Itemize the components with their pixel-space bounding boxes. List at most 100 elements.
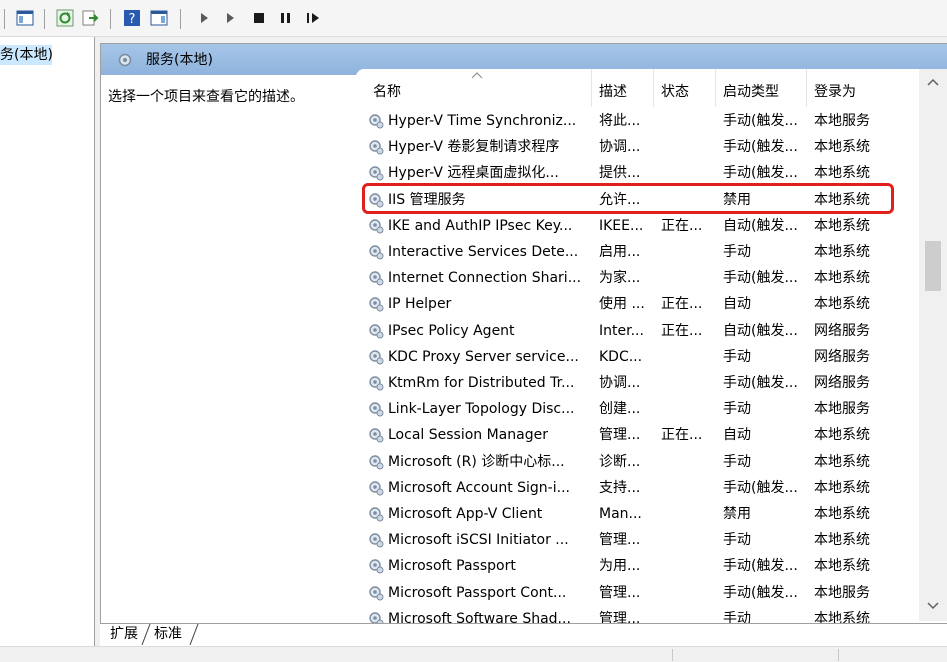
service-name: IKE and AuthIP IPsec Key... (388, 217, 573, 234)
pause-service-icon[interactable] (277, 9, 295, 27)
table-row[interactable]: Microsoft (R) 诊断中心标... 诊断... 手动 本地系统 (356, 449, 916, 475)
table-row[interactable]: Interactive Services Dete... 启用... 手动 本地系统 (356, 239, 916, 265)
sort-ascending-icon (471, 72, 483, 79)
start-service-alt-icon[interactable] (222, 9, 240, 27)
service-status: 正在... (661, 427, 703, 444)
table-row[interactable]: Microsoft Account Sign-i... 支持... 手动(触发...… (356, 475, 916, 501)
table-row[interactable]: Microsoft Software Shad... 管理... 手动 本地系统 (356, 606, 916, 624)
service-log-on-as: 本地系统 (814, 453, 870, 470)
view-tabs: 扩展 标准 (100, 623, 947, 646)
service-startup-type: 手动 (723, 401, 751, 418)
service-log-on-as: 本地系统 (814, 139, 870, 156)
tree-item-services-local[interactable]: 服务(本地) (0, 45, 52, 65)
status-divider (838, 649, 839, 661)
table-row[interactable]: Local Session Manager 管理... 正在... 自动 本地系统 (356, 422, 916, 448)
service-startup-type: 手动(触发... (723, 479, 798, 496)
show-action-pane-icon[interactable] (150, 9, 168, 27)
column-header-startup-type[interactable]: 启动类型 (716, 69, 807, 107)
service-description: 管理... (599, 532, 641, 549)
service-log-on-as: 本地系统 (814, 610, 870, 624)
table-row[interactable]: IKE and AuthIP IPsec Key... IKEE... 正在... 自… (356, 213, 916, 239)
status-divider (672, 649, 673, 661)
service-startup-type: 手动 (723, 453, 751, 470)
service-status (661, 108, 715, 134)
service-status (661, 580, 715, 606)
service-gear-icon (368, 532, 384, 548)
show-hide-console-tree-icon[interactable] (16, 9, 34, 27)
help-icon[interactable]: ? (123, 9, 141, 27)
scroll-down-arrow-icon[interactable] (927, 601, 939, 611)
table-row[interactable]: Microsoft Passport Cont... 管理... 手动(触发... 本… (356, 580, 916, 606)
service-status (661, 370, 715, 396)
tab-standard[interactable]: 标准 (150, 624, 186, 645)
table-row[interactable]: Microsoft Passport 为用... 手动(触发... 本地系统 (356, 553, 916, 579)
refresh-icon[interactable] (56, 9, 74, 27)
service-status (661, 344, 715, 370)
service-gear-icon (368, 375, 384, 391)
service-status (661, 475, 715, 501)
table-row[interactable]: Microsoft App-V Client Man... 禁用 本地系统 (356, 501, 916, 527)
table-row[interactable]: KtmRm for Distributed Tr... 协调... 手动(触发...… (356, 370, 916, 396)
toolbar-separator (180, 9, 181, 29)
service-status (661, 396, 715, 422)
stop-service-icon[interactable] (250, 9, 268, 27)
service-description: KDC... (599, 348, 643, 365)
service-startup-type: 自动(触发... (723, 322, 798, 339)
service-startup-type: 自动 (723, 296, 751, 313)
tab-extended[interactable]: 扩展 (106, 624, 142, 645)
service-description: 协调... (599, 375, 641, 391)
service-log-on-as: 本地服务 (814, 113, 870, 129)
scrollbar-thumb[interactable] (925, 241, 941, 291)
table-row[interactable]: IPsec Policy Agent Inter... 正在... 自动(触发... 网… (356, 318, 916, 344)
service-gear-icon (368, 113, 384, 129)
column-header-description[interactable]: 描述 (592, 69, 654, 107)
service-status: 正在... (661, 296, 703, 313)
service-log-on-as: 本地系统 (814, 217, 870, 234)
service-description: 启用... (599, 244, 641, 260)
service-gear-icon (368, 480, 384, 496)
service-description: 管理... (599, 610, 641, 624)
service-startup-type: 手动(触发... (723, 558, 798, 575)
service-startup-type: 手动(触发... (723, 113, 798, 129)
service-name: Microsoft Passport (388, 558, 516, 575)
table-row[interactable]: Microsoft iSCSI Initiator ... 管理... 手动 本地系统 (356, 527, 916, 553)
column-header-label: 描述 (599, 84, 627, 100)
service-startup-type: 手动(触发... (723, 139, 798, 156)
service-name: Microsoft Software Shad... (388, 610, 571, 624)
service-status (661, 527, 715, 553)
resume-service-icon[interactable] (304, 9, 322, 27)
service-log-on-as: 本地系统 (814, 532, 870, 549)
toolbar-separator (4, 9, 5, 29)
service-gear-icon (368, 165, 384, 181)
tree-item-label: 服务(本地) (0, 47, 52, 63)
table-row[interactable]: IP Helper 使用 ... 正在... 自动 本地系统 (356, 291, 916, 317)
services-gear-icon (117, 52, 133, 68)
column-header-name[interactable]: 名称 (356, 69, 592, 107)
status-bar (0, 646, 947, 662)
service-description: 将此... (599, 113, 641, 129)
service-name: Internet Connection Shari... (388, 270, 582, 287)
table-row[interactable]: Internet Connection Shari... 为家... 手动(触发..… (356, 265, 916, 291)
table-row[interactable]: Link-Layer Topology Disc... 创建... 手动 本地服务 (356, 396, 916, 422)
service-name: Microsoft Account Sign-i... (388, 479, 570, 496)
service-log-on-as: 本地系统 (814, 270, 870, 287)
table-row[interactable]: KDC Proxy Server service... KDC... 手动 网络服务 (356, 344, 916, 370)
tab-divider-icon (189, 624, 199, 645)
description-hint: 选择一个项目来查看它的描述。 (108, 89, 304, 105)
service-name: IPsec Policy Agent (388, 322, 515, 339)
service-status (661, 606, 715, 624)
service-gear-icon (368, 454, 384, 470)
service-status (661, 501, 715, 527)
scroll-up-arrow-icon[interactable] (927, 77, 939, 87)
service-status (661, 239, 715, 265)
export-list-icon[interactable] (81, 9, 99, 27)
vertical-scrollbar[interactable] (919, 69, 947, 621)
services-list: 名称 描述 状态 启动类型 登录为 Hyper-V Time Synchroni… (356, 69, 947, 624)
service-status (661, 134, 715, 160)
column-header-log-on-as[interactable]: 登录为 (807, 69, 887, 107)
service-log-on-as: 本地系统 (814, 427, 870, 444)
table-row[interactable]: Hyper-V 卷影复制请求程序 协调... 手动(触发... 本地系统 (356, 134, 916, 160)
start-service-icon[interactable] (196, 9, 214, 27)
table-row[interactable]: Hyper-V Time Synchroniz... 将此... 手动(触发... 本… (356, 108, 916, 134)
column-header-status[interactable]: 状态 (654, 69, 716, 107)
